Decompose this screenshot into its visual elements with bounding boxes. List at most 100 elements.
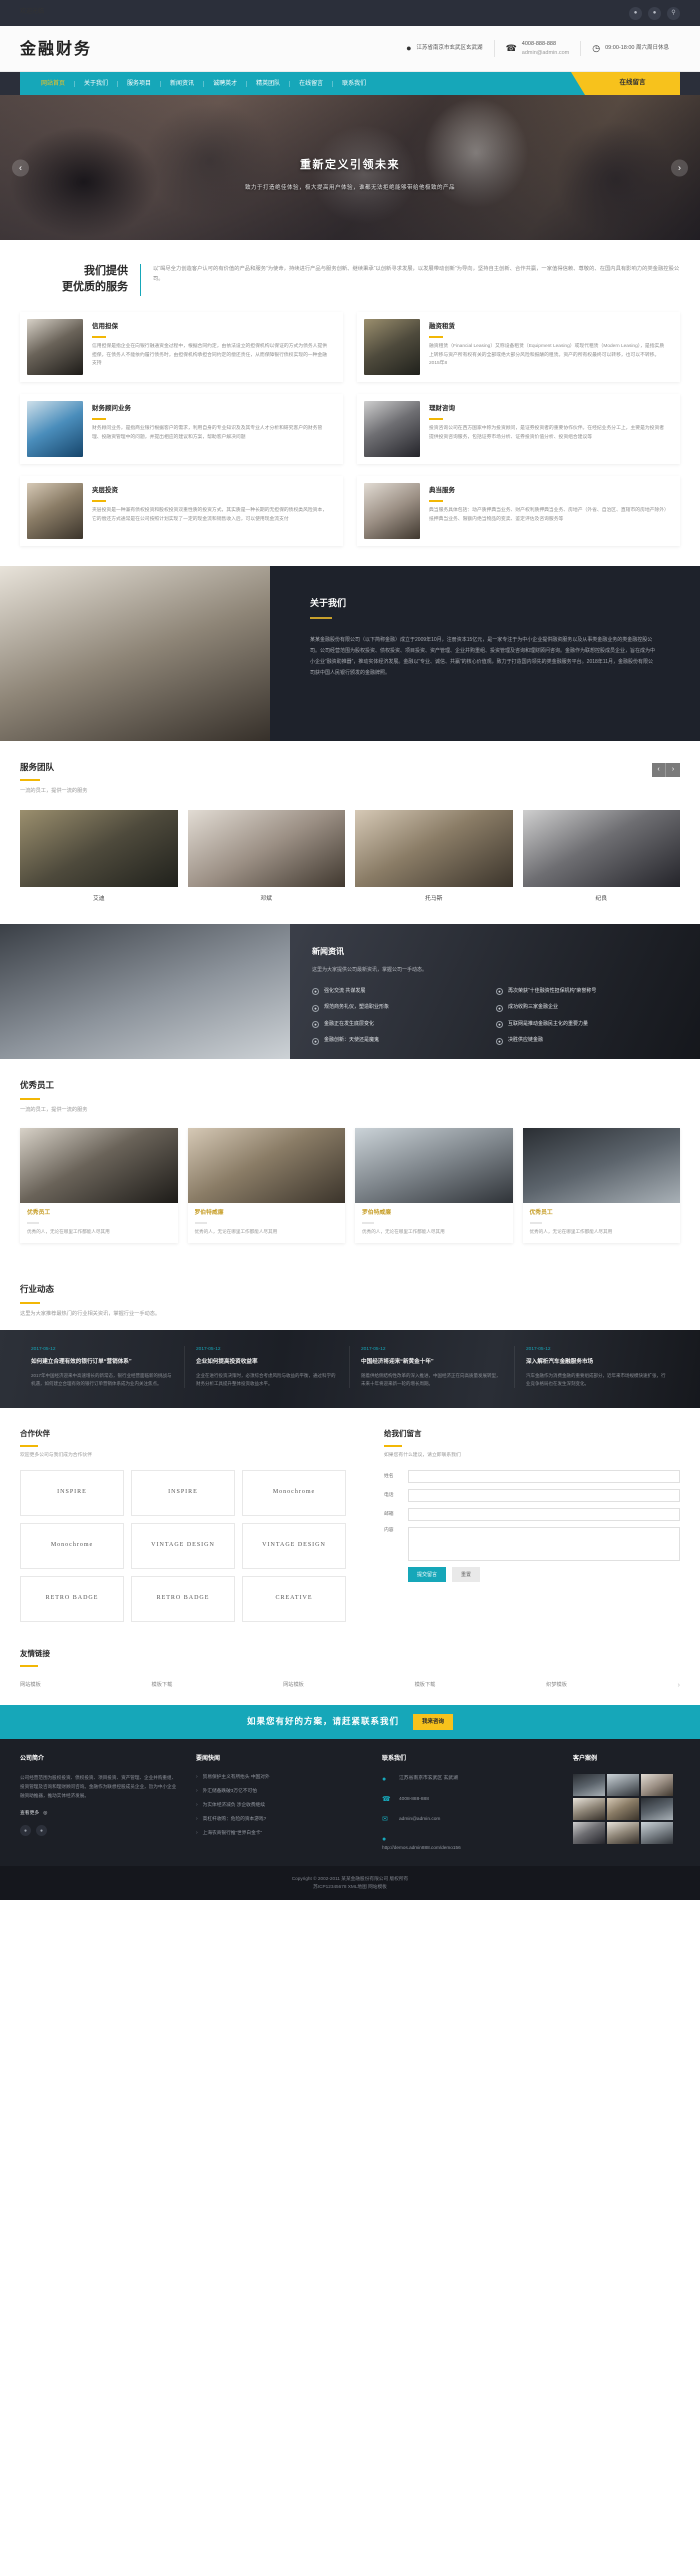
- case-thumbnail[interactable]: [573, 1821, 605, 1844]
- footer-news-item[interactable]: › 上海农商银行推“世界白金卡”: [196, 1830, 366, 1837]
- service-card[interactable]: 信用担保 信用担保是指企业在向银行融通资金过程中，根据合同约定，由依法设立的担保…: [20, 311, 343, 382]
- team-member[interactable]: 纪良: [522, 809, 680, 904]
- service-card[interactable]: 融资租赁 融资租赁（Financial Leasing）又称设备租赁（Equip…: [357, 311, 680, 382]
- team-member[interactable]: 托马斯: [355, 809, 513, 904]
- news-item[interactable]: ● 再次荣获“十佳融资性担保机构”荣誉称号: [496, 988, 680, 996]
- staff-card[interactable]: 优秀员工 优秀的人，无论在哪里工作都能人尽其用: [522, 1127, 680, 1244]
- footer-contact-email[interactable]: ✉ admin@admin.com: [382, 1814, 557, 1825]
- nav-item-services[interactable]: 服务项目: [117, 80, 160, 87]
- news-item[interactable]: ● 决胜供应链金融: [496, 1037, 680, 1045]
- news-item-title: 规范商务礼仪，塑造职业形象: [324, 1004, 390, 1011]
- news-item[interactable]: ● 规范商务礼仪，塑造职业形象: [312, 1004, 496, 1012]
- partner-logo[interactable]: RETRO BADGE: [20, 1575, 124, 1622]
- nav-cta-button[interactable]: 在线留言: [571, 72, 680, 95]
- news-section: 新闻资讯 这里为大家提供公司最新资讯，掌握公司一手动态。 ● 强化交流 共谋发展…: [0, 924, 700, 1060]
- footer-news-item[interactable]: › 外汇储备跌破3万亿不可怕: [196, 1788, 366, 1795]
- trend-desc: 汽车金融作为消费金融的重要组成部分，近年来市场规模快速扩张，行业竞争格局也在发生…: [526, 1373, 666, 1387]
- case-thumbnail[interactable]: [641, 1797, 673, 1820]
- partner-logo[interactable]: RETRO BADGE: [131, 1575, 235, 1622]
- trend-desc: 2017年中国经济迎来中高速增长的新常态，银行业经营面临新的挑战与机遇，如何建立…: [31, 1373, 172, 1387]
- news-bullet-icon: ●: [496, 988, 503, 996]
- partner-logo[interactable]: VINTAGE DESIGN: [242, 1522, 346, 1569]
- news-bullet-icon: ●: [312, 1004, 319, 1012]
- case-thumbnail[interactable]: [607, 1797, 639, 1820]
- case-thumbnail[interactable]: [573, 1797, 605, 1820]
- team-title: 服务团队: [20, 761, 55, 772]
- team-header: 服务团队 一流的员工，提供一流的服务 ‹ ›: [20, 761, 680, 810]
- partner-logo[interactable]: CREATIVE: [242, 1575, 346, 1622]
- cta-banner: 如果您有好的方案，请赶紧联系我们 我来咨询: [0, 1705, 700, 1740]
- content-textarea[interactable]: [408, 1526, 680, 1561]
- site-logo[interactable]: 金融财务: [20, 36, 92, 62]
- wechat-icon[interactable]: ●: [648, 6, 661, 20]
- case-thumbnail[interactable]: [641, 1773, 673, 1796]
- case-thumbnail[interactable]: [641, 1821, 673, 1844]
- partner-logo[interactable]: VINTAGE DESIGN: [131, 1522, 235, 1569]
- partner-logo[interactable]: INSPIRE: [20, 1469, 124, 1516]
- nav-item-team[interactable]: 精英团队: [246, 80, 289, 87]
- partner-logo[interactable]: Monochrome: [20, 1522, 124, 1569]
- nav-item-about[interactable]: 关于我们: [74, 80, 117, 87]
- friendlink-item[interactable]: 网站模板: [283, 1681, 304, 1689]
- staff-card[interactable]: 优秀员工 优秀的人，无论在哪里工作都能人尽其用: [20, 1127, 178, 1244]
- about-text: 某某金融股份有限公司（以下简称金融）成立于2009年10月，注册资本15亿元，是…: [310, 637, 656, 676]
- header-hours-text: 09:00-18:00 周六周日休息: [605, 45, 669, 52]
- partner-logo[interactable]: INSPIRE: [131, 1469, 235, 1516]
- friendlinks-next-arrow[interactable]: ›: [678, 1680, 680, 1691]
- service-card[interactable]: 夹层投资 夹层投资是一种兼有债权投资和股权投资双重性质的投资方式，其实质是一种长…: [20, 475, 343, 546]
- nav-item-news[interactable]: 新闻资讯: [160, 80, 203, 87]
- trend-item[interactable]: 2017-05-12 深入解析汽车金融服务市场 汽车金融作为消费金融的重要组成部…: [515, 1346, 680, 1388]
- service-card[interactable]: 典当服务 典当服务具体包括：动产质押典当业务、财产权利质押典当业务、房地产（外省…: [357, 475, 680, 546]
- email-input[interactable]: [408, 1507, 680, 1521]
- trend-item[interactable]: 2017-05-12 如何建立合理有效的银行订单“营销体系” 2017年中国经济…: [20, 1345, 185, 1389]
- team-next-button[interactable]: ›: [666, 762, 680, 777]
- trend-date: 2017-05-12: [361, 1346, 386, 1352]
- trend-item[interactable]: 2017-05-12 企业如何提高投资收益率 企业在进行投资决策时，必须综合考虑…: [185, 1345, 350, 1389]
- team-member[interactable]: 邓斌: [187, 809, 345, 904]
- partner-logo[interactable]: Monochrome: [242, 1469, 346, 1516]
- news-item[interactable]: ● 金融正在发生底层变化: [312, 1021, 496, 1029]
- search-icon[interactable]: ⚲: [667, 6, 680, 20]
- nav-item-home[interactable]: 网站首页: [32, 81, 74, 87]
- case-thumbnail[interactable]: [607, 1821, 639, 1844]
- phone-input[interactable]: [408, 1488, 680, 1502]
- staff-card[interactable]: 罗伯特威廉 优秀的人，无论在哪里工作都能人尽其用: [355, 1127, 513, 1244]
- news-item[interactable]: ● 互联网是推动金融民主化的重要力量: [496, 1021, 680, 1029]
- team-prev-button[interactable]: ‹: [652, 762, 666, 777]
- cta-button[interactable]: 我来咨询: [413, 1713, 454, 1731]
- wechat-icon[interactable]: ●: [36, 1825, 47, 1837]
- footer-news-item[interactable]: › 贸易保护主义有所抬头 中国对外: [196, 1774, 366, 1781]
- trends-list: 2017-05-12 如何建立合理有效的银行订单“营销体系” 2017年中国经济…: [20, 1345, 680, 1389]
- partners-header: 合作伙伴 欢迎更多公司与我们成为合作伙伴: [20, 1428, 360, 1460]
- footer-news-item[interactable]: › 高杠杆收购：危险的资本游戏?: [196, 1816, 366, 1823]
- footer-more-link[interactable]: 查看更多 ◎: [20, 1810, 180, 1818]
- weibo-icon[interactable]: ●: [20, 1825, 31, 1837]
- news-item[interactable]: ● 成功收购三家金融企业: [496, 1004, 680, 1012]
- nav-item-contact[interactable]: 联系我们: [332, 80, 375, 87]
- trend-date: 2017-05-12: [196, 1346, 221, 1352]
- nav-item-message[interactable]: 在线留言: [289, 80, 332, 87]
- news-item[interactable]: ● 金融创新：天使还是魔鬼: [312, 1037, 496, 1045]
- team-member[interactable]: 艾迪: [20, 809, 178, 904]
- staff-card[interactable]: 罗伯特威廉 优秀的人，无论在哪里工作都能人尽其用: [187, 1127, 345, 1244]
- case-thumbnail[interactable]: [573, 1773, 605, 1796]
- case-thumbnail[interactable]: [607, 1773, 639, 1796]
- news-item[interactable]: ● 强化交流 共谋发展: [312, 988, 496, 996]
- weibo-icon[interactable]: ●: [629, 6, 642, 20]
- reset-form-button[interactable]: 重置: [452, 1566, 481, 1582]
- service-card[interactable]: 理财咨询 投资咨询公司在西方国家中称为投资顾问，是证券投资者的重要协作伙伴。在经…: [357, 393, 680, 464]
- team-carousel-nav: ‹ ›: [652, 762, 680, 777]
- banner-next-arrow[interactable]: ›: [671, 159, 688, 176]
- friendlink-item[interactable]: 织梦模板: [546, 1681, 567, 1689]
- footer-website-url[interactable]: http://demos.admin888.com/demo156: [382, 1844, 557, 1852]
- footer-news-item[interactable]: › 为实体经济减负 涉企收费继续: [196, 1802, 366, 1809]
- trend-item[interactable]: 2017-05-12 中国经济将迎来“新黄金十年” 随着供给侧结构性改革的深入推…: [350, 1345, 515, 1389]
- service-card[interactable]: 财务顾问业务 财务顾问业务，是指商业银行根据客户的需求，利用自身的专业知识及及其…: [20, 393, 343, 464]
- friendlink-item[interactable]: 模板下载: [415, 1681, 436, 1689]
- banner-prev-arrow[interactable]: ‹: [12, 159, 29, 176]
- name-input[interactable]: [408, 1469, 680, 1483]
- friendlink-item[interactable]: 网站模板: [20, 1681, 41, 1689]
- nav-item-jobs[interactable]: 诚聘英才: [203, 80, 246, 87]
- friendlink-item[interactable]: 模板下载: [152, 1681, 173, 1689]
- submit-message-button[interactable]: 提交留言: [408, 1566, 447, 1582]
